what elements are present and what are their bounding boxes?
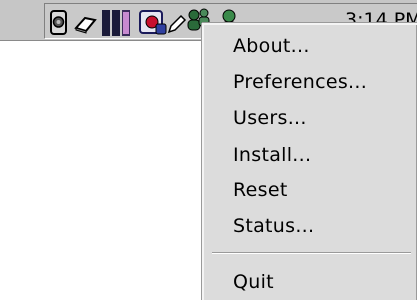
menu-item-quit[interactable]: Quit [233, 266, 274, 298]
eraser-icon[interactable] [74, 14, 98, 38]
screen: 3:14 PM About... Preferences... Users...… [0, 0, 417, 300]
menu-item-install[interactable]: Install... [233, 139, 311, 171]
monitor-bars-icon[interactable] [101, 8, 135, 42]
menu-item-about[interactable]: About... [233, 30, 310, 62]
menu-item-users[interactable]: Users... [233, 102, 307, 134]
tray-context-menu: About... Preferences... Users... Install… [202, 23, 417, 300]
speaker-icon[interactable] [49, 10, 69, 40]
menu-separator [212, 252, 411, 254]
menu-item-reset[interactable]: Reset [233, 174, 288, 206]
menu-item-preferences[interactable]: Preferences... [233, 66, 367, 98]
pencil-icon[interactable] [167, 14, 187, 38]
menu-item-status[interactable]: Status... [233, 210, 314, 242]
network-globe-icon[interactable] [138, 8, 168, 42]
